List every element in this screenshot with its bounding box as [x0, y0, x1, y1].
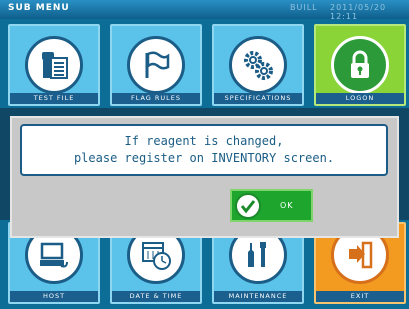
menu-title: SUB MENU: [8, 3, 70, 13]
tile-label: MAINTENANCE: [214, 291, 302, 302]
tile-label: DATE & TIME: [112, 291, 200, 302]
test-file-button[interactable]: TEST FILE: [8, 24, 100, 106]
tile-label: HOST: [10, 291, 98, 302]
tile-label: FLAG RULES: [112, 93, 200, 104]
tile-label: TEST FILE: [10, 93, 98, 104]
datetime-display: 2011/05/20 12:11: [330, 3, 387, 21]
test-file-icon: [25, 36, 83, 94]
ok-label: OK: [280, 201, 294, 210]
specifications-button[interactable]: SPECIFICATIONS: [212, 24, 304, 106]
title-bar: SUB MENU BUILL 2011/05/20 12:11: [0, 0, 409, 21]
tile-label: SPECIFICATIONS: [214, 93, 302, 104]
tile-label: LOGON: [316, 93, 404, 104]
check-icon: [235, 193, 261, 219]
flag-rules-button[interactable]: FLAG RULES: [110, 24, 202, 106]
message-line-2: please register on INVENTORY screen.: [73, 151, 335, 165]
lock-icon: [331, 36, 389, 94]
status-mode: BUILL: [290, 3, 318, 12]
ok-button[interactable]: OK: [230, 189, 313, 222]
message-line-1: If reagent is changed,: [124, 134, 284, 148]
logon-button[interactable]: LOGON: [314, 24, 406, 106]
flag-icon: [127, 36, 185, 94]
tile-label: EXIT: [316, 291, 404, 302]
gears-icon: [229, 36, 287, 94]
message-box: If reagent is changed, please register o…: [20, 124, 388, 176]
